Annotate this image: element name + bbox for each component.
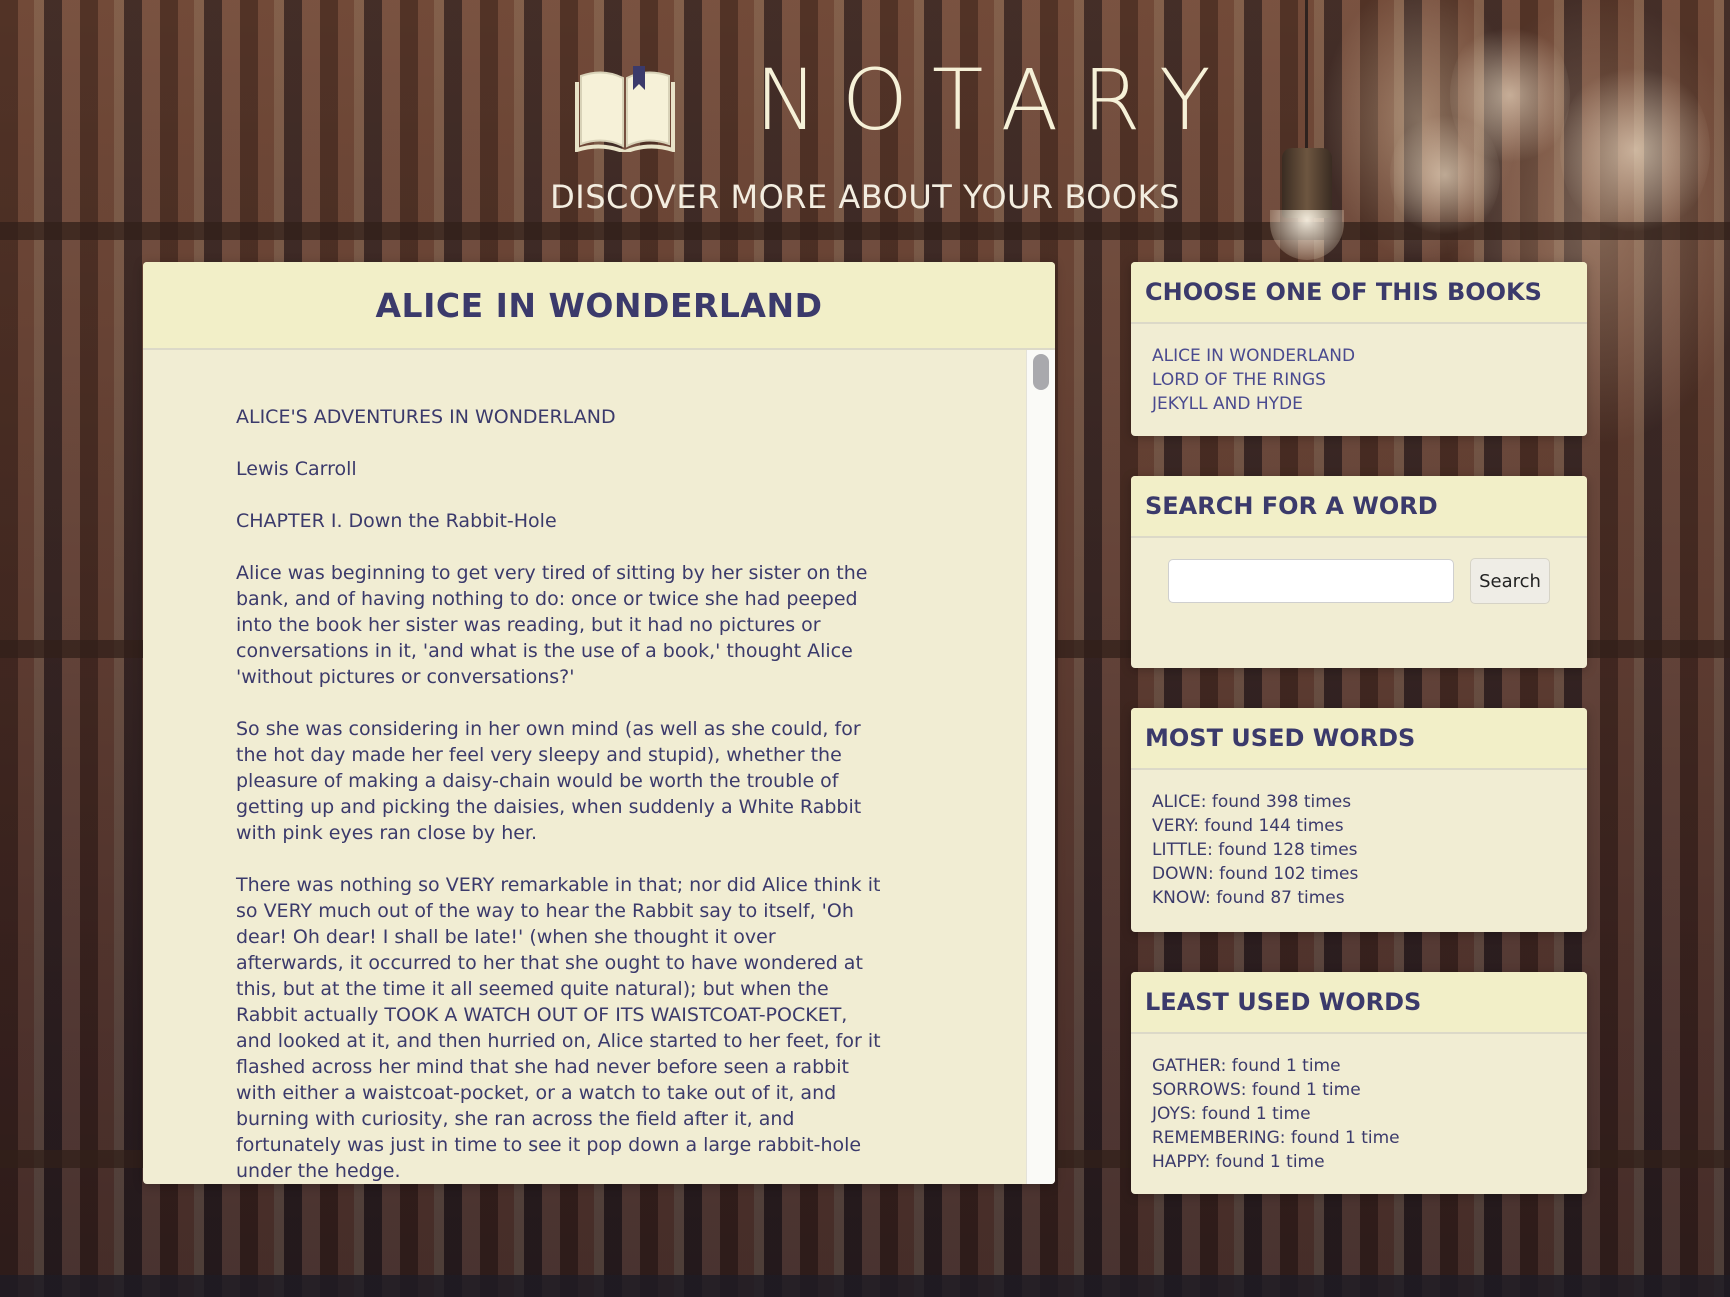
book-paragraph: Alice was beginning to get very tired of… xyxy=(236,562,868,688)
choose-book-title: CHOOSE ONE OF THIS BOOKS xyxy=(1145,278,1542,306)
list-item: ALICE: found 398 times xyxy=(1152,792,1352,812)
search-title: SEARCH FOR A WORD xyxy=(1145,492,1438,520)
list-item: LORD OF THE RINGS xyxy=(1152,368,1587,392)
bottom-bar xyxy=(0,1275,1730,1297)
lamp-bulb xyxy=(1270,210,1344,260)
most-used-card: MOST USED WORDS ALICE: found 398 times V… xyxy=(1131,708,1587,932)
card-header: SEARCH FOR A WORD xyxy=(1131,476,1587,538)
book-paragraph: So she was considering in her own mind (… xyxy=(236,718,862,844)
least-used-title: LEAST USED WORDS xyxy=(1145,988,1422,1016)
background-light xyxy=(1390,110,1500,240)
book-title: ALICE IN WONDERLAND xyxy=(375,285,823,325)
tagline: DISCOVER MORE ABOUT YOUR BOOKS xyxy=(550,178,1180,216)
card-header: MOST USED WORDS xyxy=(1131,708,1587,770)
book-link-jekyll[interactable]: JEKYLL AND HYDE xyxy=(1152,394,1303,414)
book-paragraph: CHAPTER I. Down the Rabbit-Hole xyxy=(236,510,557,532)
list-item: JOYS: found 1 time xyxy=(1152,1104,1311,1124)
list-item: GATHER: found 1 time xyxy=(1152,1056,1341,1076)
book-text-area[interactable]: ALICE'S ADVENTURES IN WONDERLAND Lewis C… xyxy=(143,350,1027,1184)
book-paragraph: Lewis Carroll xyxy=(236,458,357,480)
card-header: CHOOSE ONE OF THIS BOOKS xyxy=(1131,262,1587,324)
search-button[interactable]: Search xyxy=(1470,558,1550,604)
book-text: ALICE'S ADVENTURES IN WONDERLAND Lewis C… xyxy=(143,350,886,1184)
list-item: SORROWS: found 1 time xyxy=(1152,1080,1361,1100)
least-used-card: LEAST USED WORDS GATHER: found 1 time SO… xyxy=(1131,972,1587,1194)
book-paragraph: There was nothing so VERY remarkable in … xyxy=(236,874,881,1182)
list-item: KNOW: found 87 times xyxy=(1152,888,1345,908)
list-item: DOWN: found 102 times xyxy=(1152,864,1359,884)
list-item: LITTLE: found 128 times xyxy=(1152,840,1358,860)
open-book-icon xyxy=(575,62,675,155)
search-row: Search xyxy=(1168,558,1550,604)
book-paragraph: ALICE'S ADVENTURES IN WONDERLAND xyxy=(236,406,616,428)
most-used-title: MOST USED WORDS xyxy=(1145,724,1416,752)
list-item: REMEMBERING: found 1 time xyxy=(1152,1128,1400,1148)
list-item: VERY: found 144 times xyxy=(1152,816,1344,836)
book-panel-header: ALICE IN WONDERLAND xyxy=(143,262,1055,350)
list-item: HAPPY: found 1 time xyxy=(1152,1152,1325,1172)
lamp-cord xyxy=(1305,0,1308,150)
book-link-lotr[interactable]: LORD OF THE RINGS xyxy=(1152,370,1326,390)
list-item: JEKYLL AND HYDE xyxy=(1152,392,1587,416)
scrollbar-thumb[interactable] xyxy=(1033,354,1049,390)
brand-name: NOTARY xyxy=(755,51,1235,149)
least-used-list: GATHER: found 1 time SORROWS: found 1 ti… xyxy=(1131,1034,1587,1174)
book-link-alice[interactable]: ALICE IN WONDERLAND xyxy=(1152,346,1355,366)
card-header: LEAST USED WORDS xyxy=(1131,972,1587,1034)
choose-book-card: CHOOSE ONE OF THIS BOOKS ALICE IN WONDER… xyxy=(1131,262,1587,436)
search-card: SEARCH FOR A WORD Search xyxy=(1131,476,1587,668)
search-input[interactable] xyxy=(1168,559,1454,603)
list-item: ALICE IN WONDERLAND xyxy=(1152,344,1587,368)
most-used-list: ALICE: found 398 times VERY: found 144 t… xyxy=(1131,770,1587,910)
book-panel: ALICE IN WONDERLAND ALICE'S ADVENTURES I… xyxy=(143,262,1055,1184)
book-scrollbar[interactable] xyxy=(1026,350,1055,1184)
book-list: ALICE IN WONDERLAND LORD OF THE RINGS JE… xyxy=(1131,324,1587,416)
brand: NOTARY xyxy=(575,50,1211,155)
